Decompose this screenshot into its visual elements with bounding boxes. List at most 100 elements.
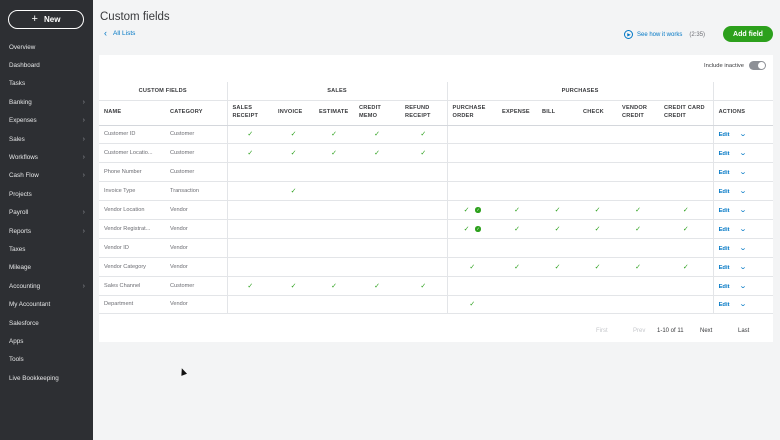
sidebar-item-workflows[interactable]: Workflows › (0, 148, 93, 166)
check-cell: ✓ (537, 257, 579, 277)
sidebar-item-sales[interactable]: Sales › (0, 130, 93, 148)
check-cell (578, 143, 618, 164)
table-group-header: CUSTOM FIELDS SALES PURCHASES (99, 82, 774, 101)
row-actions: Edit ⌄ (712, 143, 774, 164)
check-cell (537, 276, 579, 296)
col-credit-memo: CREDIT MEMO (354, 100, 400, 126)
check-cell (617, 295, 660, 315)
edit-link[interactable]: Edit (719, 208, 730, 214)
check-cell: ✓ (354, 143, 400, 164)
row-actions: Edit ⌄ (712, 257, 774, 277)
table-row: Sales Channel Customer ✓ ✓ ✓ ✓ ✓ Edit ⌄ (99, 276, 774, 296)
check-cell (400, 162, 448, 183)
sidebar-item-label: Live Bookkeeping (9, 374, 59, 382)
edit-link[interactable]: Edit (719, 227, 730, 233)
table-column-header: NAME CATEGORY SALES RECEIPT INVOICE ESTI… (99, 100, 774, 126)
sidebar-item-payroll[interactable]: Payroll › (0, 204, 93, 222)
field-name: Sales Channel (99, 276, 165, 296)
row-actions: Edit ⌄ (712, 219, 774, 239)
sidebar-item-live-bookkeeping[interactable]: Live Bookkeeping (0, 369, 93, 387)
check-cell (400, 219, 448, 239)
video-duration: (2:35) (689, 31, 706, 38)
check-cell (659, 276, 714, 296)
custom-fields-card: Include inactive CUSTOM FIELDS SALES PUR… (99, 55, 774, 342)
field-name: Vendor Location (99, 200, 165, 220)
checkmark-icon: ✓ (554, 225, 561, 233)
check-cell (273, 162, 314, 183)
sidebar-item-expenses[interactable]: Expenses › (0, 112, 93, 130)
check-cell (497, 162, 538, 183)
chevron-down-icon[interactable]: ⌄ (738, 244, 746, 252)
chevron-down-icon[interactable]: ⌄ (738, 168, 746, 176)
checkmark-icon: ✓ (247, 131, 254, 139)
field-category: Vendor (165, 219, 227, 239)
chevron-down-icon[interactable]: ⌄ (738, 187, 746, 195)
check-cell (226, 181, 273, 202)
pagination-next[interactable]: Next (700, 328, 712, 334)
sidebar-item-reports[interactable]: Reports › (0, 222, 93, 240)
check-cell: ✓ (400, 276, 448, 296)
sidebar-item-taxes[interactable]: Taxes (0, 240, 93, 258)
sidebar-item-projects[interactable]: Projects (0, 185, 93, 203)
check-cell (537, 143, 579, 164)
check-cell: ✓ (537, 219, 579, 239)
check-cell (578, 181, 618, 202)
checkmark-icon: ✓ (420, 282, 427, 290)
add-field-button[interactable]: Add field (723, 26, 773, 42)
check-cell (446, 162, 498, 183)
pagination-last[interactable]: Last (738, 328, 749, 334)
sidebar-item-tools[interactable]: Tools (0, 351, 93, 369)
check-cell: ✓ (578, 257, 618, 277)
sidebar-item-salesforce[interactable]: Salesforce (0, 314, 93, 332)
check-cell (659, 238, 714, 258)
check-cell: ✓ (659, 257, 714, 277)
edit-link[interactable]: Edit (719, 170, 730, 176)
chevron-down-icon[interactable]: ⌄ (738, 300, 746, 308)
edit-link[interactable]: Edit (719, 302, 730, 308)
chevron-down-icon[interactable]: ⌄ (738, 263, 746, 271)
sidebar-item-cash-flow[interactable]: Cash Flow › (0, 167, 93, 185)
check-cell: ✓ (226, 125, 273, 145)
sidebar-item-apps[interactable]: Apps (0, 332, 93, 350)
chevron-down-icon[interactable]: ⌄ (738, 206, 746, 214)
pagination-first[interactable]: First (596, 328, 608, 334)
sidebar-item-accounting[interactable]: Accounting › (0, 277, 93, 295)
check-cell: ✓ (446, 257, 498, 277)
check-cell: ✓ (226, 276, 273, 296)
all-lists-link[interactable]: ‹ All Lists (104, 29, 135, 38)
new-button[interactable]: + New (8, 10, 84, 29)
checkmark-icon: ✓ (420, 150, 427, 158)
see-how-it-works-link[interactable]: ▶ See how it works (2:35) (624, 30, 705, 39)
sidebar-item-my-accountant[interactable]: My Accountant (0, 295, 93, 313)
check-cell (659, 125, 714, 145)
edit-link[interactable]: Edit (719, 132, 730, 138)
sidebar-item-banking[interactable]: Banking › (0, 93, 93, 111)
check-cell (617, 181, 660, 202)
chevron-down-icon[interactable]: ⌄ (738, 282, 746, 290)
col-estimate: ESTIMATE (314, 100, 354, 126)
chevron-down-icon[interactable]: ⌄ (738, 149, 746, 157)
edit-link[interactable]: Edit (719, 151, 730, 157)
sidebar-item-overview[interactable]: Overview (0, 38, 93, 56)
chevron-left-icon: ‹ (104, 28, 107, 38)
pagination-prev[interactable]: Prev (633, 328, 645, 334)
sidebar-item-mileage[interactable]: Mileage (0, 259, 93, 277)
sidebar-item-tasks[interactable]: Tasks (0, 75, 93, 93)
check-cell: ✓ (617, 257, 660, 277)
check-cell: ✓ (446, 295, 498, 315)
chevron-right-icon: › (82, 282, 85, 290)
edit-link[interactable]: Edit (719, 189, 730, 195)
sidebar-item-label: Dashboard (9, 62, 40, 70)
checkmark-icon: ✓ (331, 131, 337, 139)
check-cell (314, 295, 354, 315)
chevron-down-icon[interactable]: ⌄ (738, 225, 746, 233)
col-refund-receipt: REFUND RECEIPT (400, 100, 448, 126)
edit-link[interactable]: Edit (719, 284, 730, 290)
checkmark-icon: ✓ (290, 188, 297, 196)
include-inactive-toggle[interactable] (749, 61, 766, 70)
chevron-down-icon[interactable]: ⌄ (738, 130, 746, 138)
sidebar-item-dashboard[interactable]: Dashboard (0, 56, 93, 74)
check-cell (354, 162, 400, 183)
edit-link[interactable]: Edit (719, 246, 730, 252)
edit-link[interactable]: Edit (719, 265, 730, 271)
